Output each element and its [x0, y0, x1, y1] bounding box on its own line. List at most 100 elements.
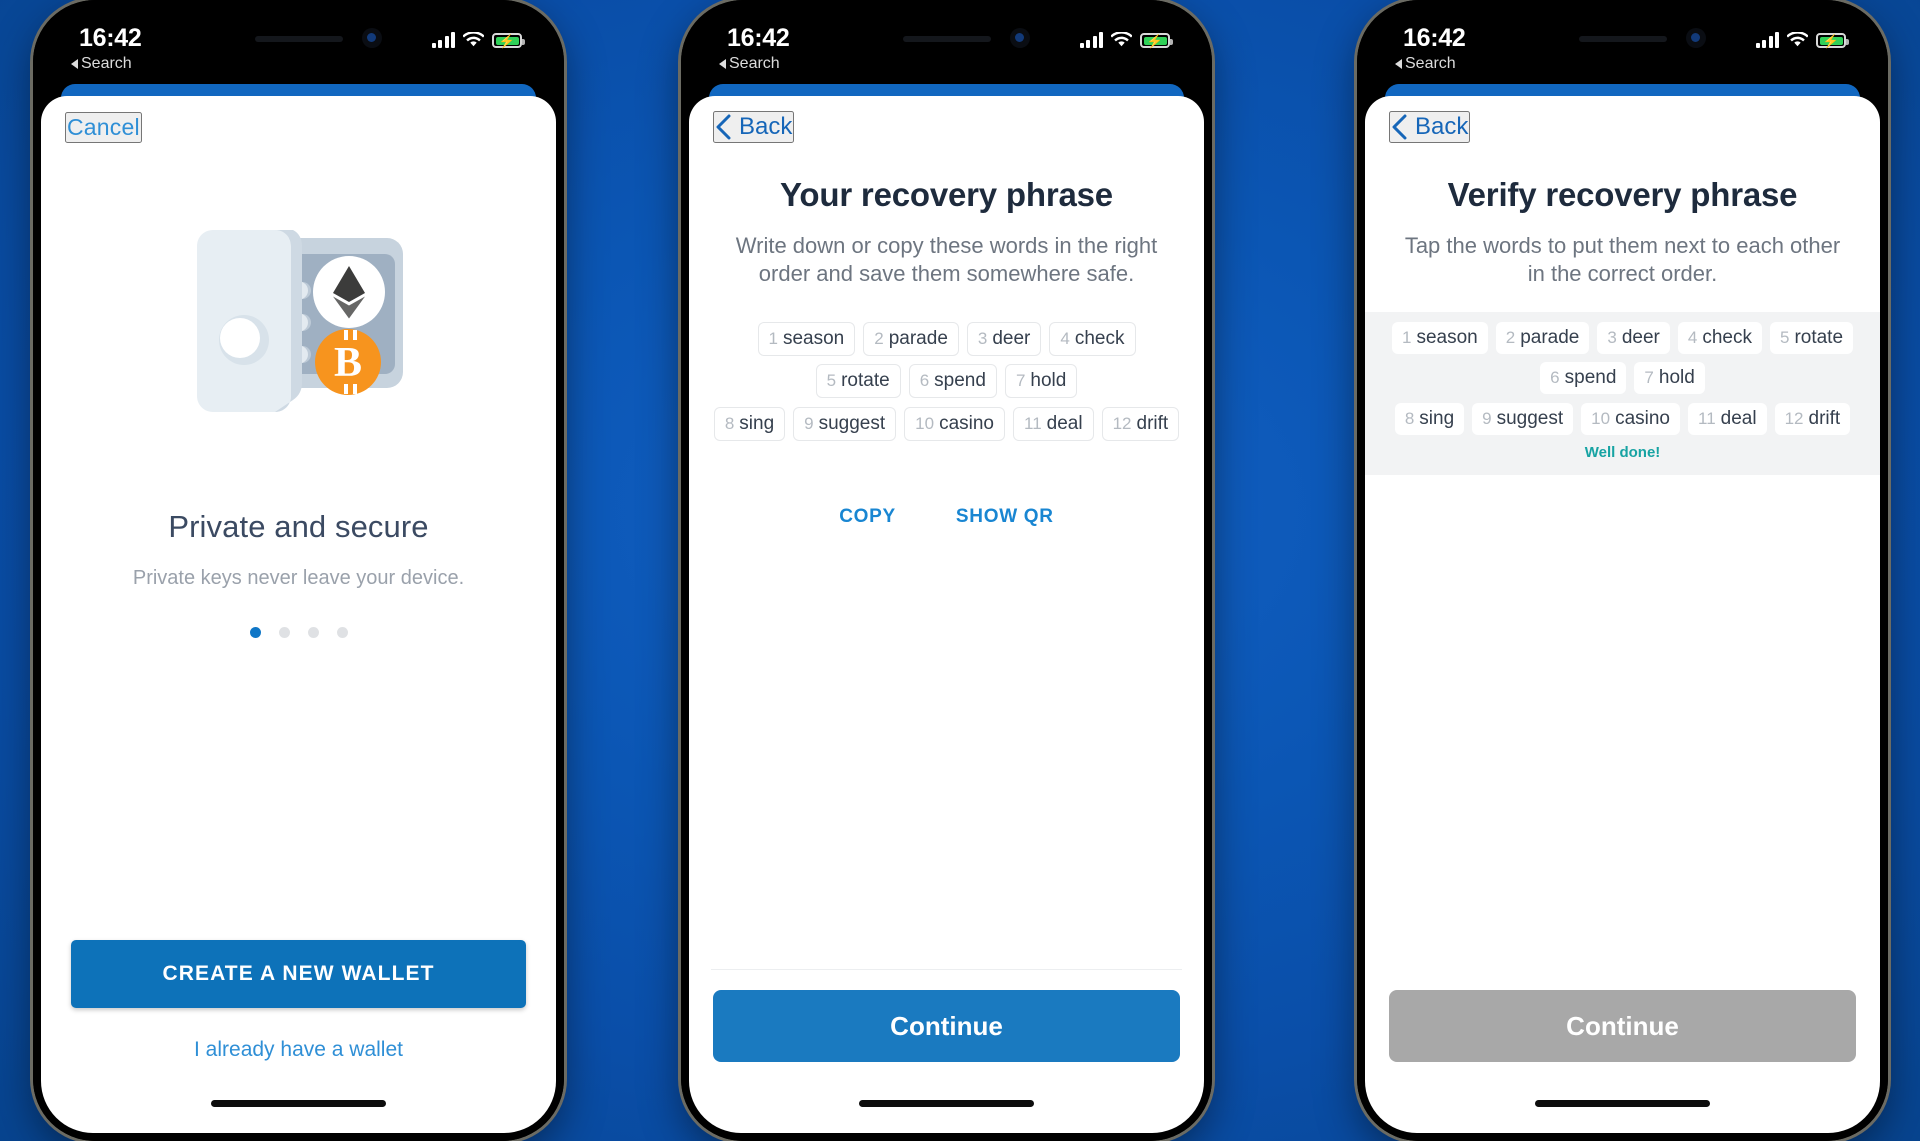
pagination-dot-3[interactable]	[307, 627, 319, 638]
phone-screen-area: 16:42 Search ⚡ Cancel B Private and secu…	[33, 0, 564, 1141]
word-chip[interactable]: 11 deal	[1013, 407, 1094, 442]
copy-button[interactable]: COPY	[839, 506, 896, 528]
navigation-bar: Back	[1365, 96, 1880, 158]
word-chip[interactable]: 8 sing	[713, 407, 786, 442]
phone-screen-area: 16:42 Search ⚡	[681, 0, 1212, 1141]
app-screen-recovery-phrase: Back Your recovery phrase Write down or …	[689, 96, 1204, 1133]
word-chip[interactable]: 12 drift	[1101, 407, 1180, 442]
word-chip[interactable]: 12 drift	[1774, 403, 1851, 436]
word-chip[interactable]: 2 parade	[863, 322, 959, 357]
cellular-signal-icon	[1079, 32, 1103, 48]
word-index: 10	[915, 414, 935, 434]
battery-charging-icon: ⚡	[492, 33, 525, 48]
cancel-button[interactable]: Cancel	[65, 111, 142, 143]
create-new-wallet-button[interactable]: CREATE A NEW WALLET	[71, 940, 526, 1008]
word-text: deer	[1621, 327, 1660, 349]
word-text: deal	[1720, 408, 1757, 430]
status-bar-time: 16:42	[727, 24, 790, 52]
word-index: 3	[1607, 328, 1617, 348]
navigation-bar: Cancel	[41, 96, 556, 158]
word-chip[interactable]: 6 spend	[1540, 362, 1627, 395]
word-chip[interactable]: 8 sing	[1394, 403, 1465, 436]
back-button[interactable]: Back	[1389, 111, 1471, 143]
status-bar-back-label: Search	[1405, 55, 1456, 72]
word-chip[interactable]: 9 suggest	[1472, 403, 1574, 436]
word-chip[interactable]: 10 casino	[904, 407, 1005, 442]
word-chip[interactable]: 9 suggest	[793, 407, 897, 442]
app-screen-verify-phrase: Back Verify recovery phrase Tap the word…	[1365, 96, 1880, 1133]
word-text: sing	[1419, 408, 1455, 430]
status-bar-icons: ⚡	[1755, 26, 1849, 48]
pagination-dot-4[interactable]	[336, 627, 348, 638]
word-text: sing	[739, 413, 775, 435]
wifi-icon	[1787, 32, 1808, 48]
word-text: drift	[1136, 413, 1169, 435]
phone-device-verify-phrase: 16:42 Search ⚡ Back Verify recovery phra…	[1357, 0, 1888, 1141]
word-chip[interactable]: 10 casino	[1581, 403, 1680, 436]
word-chip[interactable]: 7 hold	[1634, 362, 1705, 395]
chevron-left-icon	[1391, 114, 1407, 140]
status-bar-icons: ⚡	[1079, 26, 1173, 48]
word-index: 11	[1698, 409, 1716, 429]
home-indicator[interactable]	[211, 1100, 386, 1107]
word-text: season	[1416, 327, 1478, 349]
navigation-bar: Back	[689, 96, 1204, 158]
back-button-label: Back	[1415, 113, 1469, 140]
recovery-phrase-actions: COPY SHOW QR	[689, 506, 1204, 528]
home-indicator-area	[41, 1062, 556, 1133]
page-subtitle: Tap the words to put them next to each o…	[1404, 233, 1841, 287]
page-title: Your recovery phrase	[780, 176, 1113, 213]
pagination-dot-2[interactable]	[278, 627, 290, 638]
word-chip[interactable]: 3 deer	[966, 322, 1042, 357]
word-index: 8	[724, 414, 735, 434]
home-indicator-area	[1365, 1062, 1880, 1133]
status-bar-back-to-search[interactable]: Search	[71, 55, 132, 73]
word-chip[interactable]: 4 check	[1677, 322, 1762, 355]
word-index: 12	[1112, 414, 1132, 434]
word-chip[interactable]: 4 check	[1049, 322, 1136, 357]
word-chip[interactable]: 2 parade	[1495, 322, 1590, 355]
word-chip[interactable]: 11 deal	[1688, 403, 1767, 436]
word-index: 12	[1784, 409, 1804, 429]
pagination-dot-1[interactable]	[249, 627, 261, 638]
word-chip[interactable]: 5 rotate	[1769, 322, 1854, 355]
word-index: 1	[1401, 328, 1412, 348]
status-bar-back-to-search[interactable]: Search	[719, 55, 780, 73]
back-triangle-icon	[71, 59, 78, 69]
word-chip[interactable]: 3 deer	[1597, 322, 1670, 355]
word-index: 5	[826, 371, 837, 391]
word-chip[interactable]: 5 rotate	[815, 364, 901, 399]
home-indicator[interactable]	[859, 1100, 1034, 1107]
page-title: Private and secure	[168, 509, 429, 544]
word-index: 11	[1024, 414, 1042, 434]
word-chip[interactable]: 7 hold	[1004, 364, 1078, 399]
show-qr-button[interactable]: SHOW QR	[956, 506, 1054, 528]
status-bar-back-to-search[interactable]: Search	[1395, 55, 1456, 73]
word-chip[interactable]: 1 season	[757, 322, 856, 357]
chevron-left-icon	[715, 114, 731, 140]
continue-button[interactable]: Continue	[713, 990, 1180, 1062]
word-text: hold	[1658, 367, 1695, 389]
word-index: 7	[1644, 368, 1654, 388]
word-index: 1	[768, 329, 778, 349]
status-bar: 16:42 Search ⚡	[33, 0, 564, 88]
cta-area: Continue	[1365, 970, 1880, 1062]
word-chip[interactable]: 6 spend	[908, 364, 997, 399]
word-text: deal	[1046, 413, 1083, 435]
pagination-dots[interactable]	[249, 627, 348, 638]
already-have-wallet-link[interactable]: I already have a wallet	[194, 1038, 403, 1062]
word-text: rotate	[841, 370, 890, 392]
word-index: 3	[977, 329, 988, 349]
recovery-phrase-content: Your recovery phrase Write down or copy …	[689, 158, 1204, 970]
battery-charging-icon: ⚡	[1816, 33, 1849, 48]
svg-text:B: B	[334, 340, 362, 386]
verify-words-row-1: 1 season 2 parade 3 deer 4 check 5 rotate 6 sp…	[1387, 322, 1858, 395]
home-indicator[interactable]	[1535, 1100, 1710, 1107]
status-bar-time: 16:42	[1403, 24, 1466, 52]
word-text: parade	[1520, 327, 1580, 349]
word-text: rotate	[1794, 327, 1844, 349]
word-chip[interactable]: 1 season	[1391, 322, 1488, 355]
word-text: check	[1074, 328, 1125, 350]
back-button[interactable]: Back	[713, 111, 795, 143]
